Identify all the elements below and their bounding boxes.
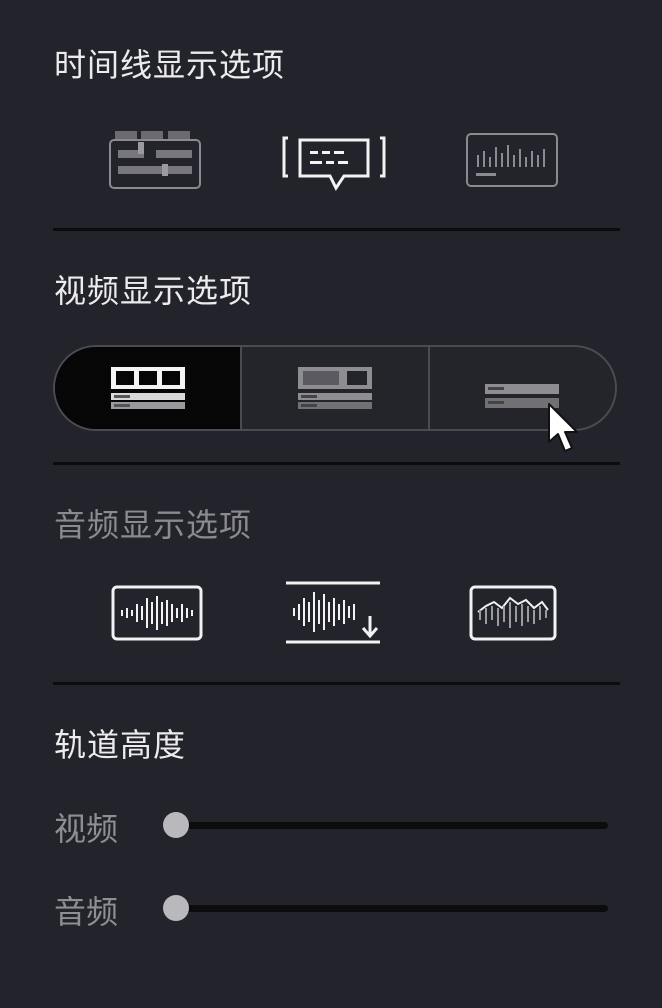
audio-option-waveform-reference[interactable] <box>284 580 382 646</box>
audio-height-slider-thumb[interactable] <box>163 895 189 921</box>
waveform-icon <box>111 585 203 641</box>
divider <box>53 682 620 685</box>
timeline-option-audio[interactable] <box>464 131 560 191</box>
video-display-segmented-control[interactable] <box>53 345 617 431</box>
video-height-slider[interactable] <box>163 812 608 838</box>
filmstrip-thumbnail-icon <box>297 367 372 409</box>
video-height-slider-thumb[interactable] <box>163 812 189 838</box>
divider <box>53 462 620 465</box>
waveform-reference-icon <box>286 581 380 644</box>
video-display-title: 视频显示选项 <box>54 272 253 310</box>
audio-option-waveform[interactable] <box>110 584 204 642</box>
divider <box>53 228 620 231</box>
audio-display-title: 音频显示选项 <box>54 506 253 544</box>
filmstrip-full-icon <box>110 367 185 409</box>
clip-names-icon <box>109 131 201 189</box>
audio-height-slider[interactable] <box>163 895 608 921</box>
mouse-pointer-icon <box>548 403 578 452</box>
video-option-filmstrip-name-only[interactable] <box>430 347 615 429</box>
timeline-option-clip-names[interactable] <box>108 128 202 192</box>
audio-waveform-timeline-icon <box>466 133 558 187</box>
waveform-echo-icon <box>469 585 557 641</box>
clip-captions-icon <box>282 136 386 191</box>
audio-option-waveform-echo[interactable] <box>468 584 558 642</box>
video-option-filmstrip-thumbnail[interactable] <box>242 347 430 429</box>
audio-height-label: 音频 <box>54 893 119 931</box>
timeline-option-captions[interactable] <box>280 134 388 196</box>
track-height-title: 轨道高度 <box>54 726 187 764</box>
video-option-filmstrip-full[interactable] <box>55 347 243 429</box>
video-height-label: 视频 <box>54 810 119 848</box>
timeline-display-title: 时间线显示选项 <box>54 46 286 84</box>
